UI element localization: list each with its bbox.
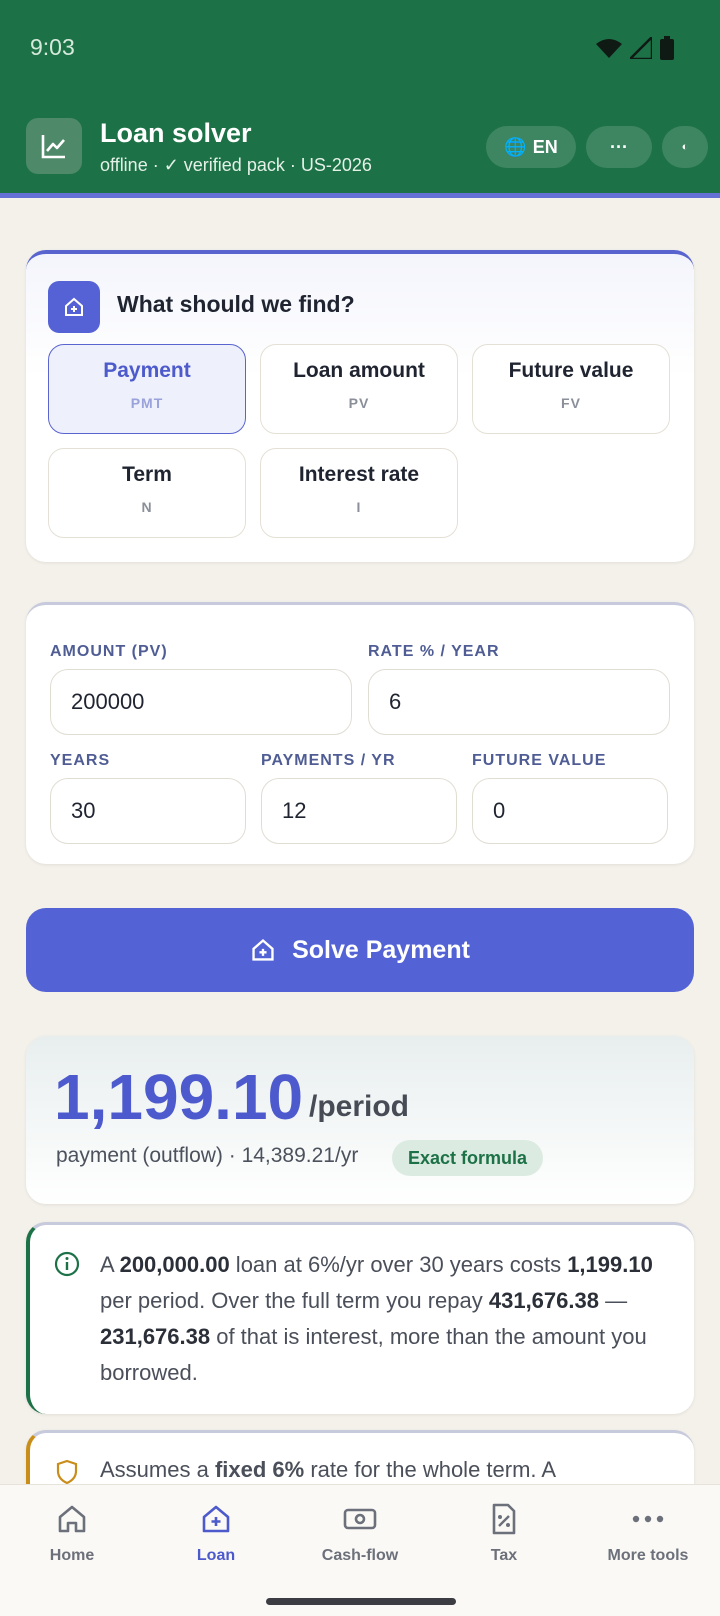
option-label: Payment	[103, 359, 191, 382]
years-input[interactable]: 30	[50, 778, 246, 844]
inputs-card: AMOUNT (PV) 200000 RATE % / YEAR 6 YEARS…	[26, 602, 694, 864]
option-future-value[interactable]: Future value FV	[472, 344, 670, 434]
years-label: YEARS	[50, 752, 111, 769]
more-menu-button[interactable]: ···	[586, 126, 652, 168]
more-dots-icon: ···	[610, 136, 628, 157]
warning-text: Assumes a fixed 6% rate for the whole te…	[100, 1457, 680, 1483]
find-title: What should we find?	[117, 291, 355, 317]
globe-icon: 🌐	[504, 136, 527, 157]
solve-button[interactable]: Solve Payment	[26, 908, 694, 992]
payments-input[interactable]: 12	[261, 778, 457, 844]
option-code: PV	[348, 395, 370, 411]
banknote-icon	[288, 1499, 432, 1539]
rate-input[interactable]: 6	[368, 669, 670, 735]
nav-home[interactable]: Home	[0, 1499, 144, 1565]
option-code: PMT	[130, 395, 164, 411]
more-dots-icon	[576, 1499, 720, 1539]
language-button[interactable]: 🌐 EN	[486, 126, 576, 168]
info-payment: 1,199.10	[567, 1252, 653, 1277]
nav-more-tools[interactable]: More tools	[576, 1499, 720, 1565]
info-total-repaid: 431,676.38	[488, 1288, 599, 1313]
amount-label: AMOUNT (PV)	[50, 643, 168, 660]
contrast-icon: ◐	[681, 141, 689, 153]
cellular-icon	[630, 37, 652, 59]
nav-label: Home	[49, 1547, 95, 1564]
app-header: Loan solver offline · ✓ verified pack · …	[0, 94, 720, 198]
info-card: A 200,000.00 loan at 6%/yr over 30 years…	[26, 1222, 694, 1414]
info-text-part: A	[100, 1252, 120, 1277]
amount-input[interactable]: 200000	[50, 669, 352, 735]
gesture-home-bar[interactable]	[266, 1598, 456, 1605]
language-label: EN	[532, 136, 558, 157]
info-total-interest: 231,676.38	[100, 1324, 211, 1349]
option-interest-rate[interactable]: Interest rate I	[260, 448, 458, 538]
bottom-nav: Home Loan Cash-flow Tax More tools	[0, 1484, 720, 1616]
nav-label: Loan	[196, 1547, 236, 1564]
nav-label: More tools	[607, 1547, 689, 1564]
warning-text-part: Assumes a	[100, 1457, 215, 1482]
page-subtitle: offline · ✓ verified pack · US-2026	[100, 155, 372, 175]
option-label: Loan amount	[293, 359, 425, 382]
warning-text-part: rate for the whole term. A	[304, 1457, 557, 1482]
option-code: FV	[561, 395, 581, 411]
page-title: Loan solver	[100, 118, 252, 148]
house-icon	[252, 938, 274, 961]
option-code: I	[356, 499, 362, 515]
theme-toggle-button[interactable]: ◐	[662, 126, 708, 168]
method-badge: Exact formula	[392, 1140, 544, 1176]
result-value: 1,199.10	[54, 1061, 304, 1133]
status-time: 9:03	[30, 34, 75, 60]
info-text-part: loan at 6%/yr over 30 years costs	[229, 1252, 568, 1277]
option-payment[interactable]: Payment PMT	[48, 344, 246, 434]
future-value-input[interactable]: 0	[472, 778, 668, 844]
find-card: What should we find? Payment PMT Loan am…	[26, 250, 694, 562]
tax-document-icon	[432, 1499, 576, 1539]
shield-icon	[56, 1459, 78, 1485]
result-unit: /period	[309, 1090, 410, 1123]
info-loan-amount: 200,000.00	[119, 1252, 230, 1277]
payments-label: PAYMENTS / YR	[261, 752, 396, 769]
nav-label: Tax	[490, 1547, 518, 1564]
nav-loan[interactable]: Loan	[144, 1499, 288, 1565]
option-term[interactable]: Term N	[48, 448, 246, 538]
result-description: payment (outflow) · 14,389.21/yr	[56, 1144, 359, 1167]
option-label: Future value	[508, 359, 634, 382]
wifi-icon	[596, 39, 622, 58]
nav-tax[interactable]: Tax	[432, 1499, 576, 1565]
home-icon	[0, 1499, 144, 1539]
house-icon	[48, 281, 100, 333]
info-text: A 200,000.00 loan at 6%/yr over 30 years…	[100, 1247, 680, 1391]
warning-rate: fixed 6%	[214, 1457, 305, 1482]
info-text-part: per period. Over the full term you repay	[100, 1288, 489, 1313]
nav-label: Cash-flow	[321, 1547, 399, 1564]
nav-cash-flow[interactable]: Cash-flow	[288, 1499, 432, 1565]
info-icon	[54, 1251, 80, 1277]
solve-label: Solve Payment	[292, 935, 470, 964]
rate-label: RATE % / YEAR	[368, 643, 500, 660]
status-icons	[596, 36, 674, 60]
battery-icon	[660, 36, 674, 60]
option-loan-amount[interactable]: Loan amount PV	[260, 344, 458, 434]
info-text-part: —	[598, 1288, 628, 1313]
house-plus-icon	[144, 1499, 288, 1539]
future-value-label: FUTURE VALUE	[472, 752, 607, 769]
result-card: 1,199.10 /period payment (outflow) · 14,…	[26, 1036, 694, 1204]
option-label: Term	[122, 463, 172, 486]
option-label: Interest rate	[298, 463, 420, 486]
status-bar: 9:03	[0, 0, 720, 94]
chart-icon	[26, 118, 82, 174]
option-code: N	[141, 499, 153, 515]
